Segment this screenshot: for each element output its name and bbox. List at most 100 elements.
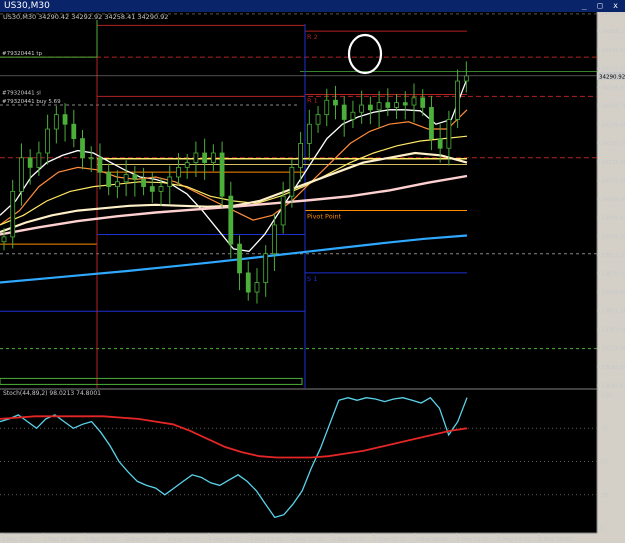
price-tick-label: 34189.60 — [601, 122, 625, 128]
price-tick-label: 33762.00 — [601, 327, 625, 333]
price-tick-label: 33683.80 — [601, 365, 625, 371]
candle-body — [315, 114, 321, 125]
pivot-label: R 1 — [307, 96, 318, 104]
candle-body — [341, 104, 347, 120]
time-tick-label: 5 May 02:30 — [374, 537, 406, 543]
candle-body — [19, 157, 24, 192]
candle-body — [202, 152, 208, 163]
window-controls[interactable]: _ □ x — [582, 1, 621, 10]
candle-body — [88, 157, 94, 160]
candle-body — [228, 195, 234, 245]
chart-window-title-bar[interactable]: US30,M30 _ □ x — [0, 0, 625, 12]
price-tick-label: 33879.15 — [601, 271, 625, 277]
candle-body — [167, 176, 173, 187]
stoch-tick-label: 75 — [601, 426, 608, 432]
candle-body — [306, 123, 312, 144]
candle-body — [97, 157, 103, 173]
candle-body — [10, 190, 16, 238]
plot-background — [0, 12, 597, 533]
trade-label: #79320441 buy 5.69 — [2, 99, 61, 105]
time-tick-label: 3 May 20:30 — [85, 537, 117, 543]
candle-body — [272, 224, 277, 255]
candle-body — [455, 80, 461, 120]
candle-body — [237, 243, 242, 274]
price-tick-label: 33801.10 — [601, 309, 625, 315]
price-tick-label: 33956.35 — [601, 234, 625, 240]
candle-body — [176, 166, 181, 178]
candle-body — [106, 171, 112, 187]
candle-body — [141, 178, 146, 187]
candle-body — [149, 186, 155, 192]
price-tick-label: 34305.95 — [601, 67, 625, 73]
candle-body — [254, 282, 260, 293]
candle-body — [263, 253, 269, 283]
candle-body — [446, 119, 452, 149]
candle-body — [411, 97, 417, 106]
candle-body — [62, 114, 68, 125]
candle-body — [376, 102, 382, 111]
chart-canvas[interactable]: R 2 R 1 Pivot Point S 1 34290.92 #79320441 t… — [0, 12, 625, 543]
candle-body — [324, 99, 330, 116]
candle-body — [402, 102, 408, 106]
candle-body — [193, 152, 199, 163]
price-tick-label: 33995.45 — [601, 216, 625, 222]
candle-body — [158, 186, 164, 192]
trade-label: #79320441 tp — [2, 51, 43, 57]
candle-body — [429, 107, 434, 140]
price-tick-label: 33645.65 — [601, 383, 625, 389]
price-tick-label: 34072.50 — [601, 179, 625, 185]
price-tick-label: 34423.25 — [601, 12, 625, 16]
stoch-tick-label: 100 — [601, 393, 612, 399]
terminal-window: US30,M30 _ □ x R 2 R 1 Pivot Point S 1 3429… — [0, 0, 625, 543]
candle-body — [115, 181, 120, 187]
time-tick-label: 5 May 10:00 — [456, 537, 488, 543]
candle-body — [132, 174, 138, 180]
price-tick-label: 34345.05 — [601, 48, 625, 54]
time-tick-label: 4 May 01:00 — [126, 537, 158, 543]
candle-body — [359, 104, 365, 113]
price-tick-label: 33917.25 — [601, 253, 625, 259]
candle-body — [71, 123, 77, 140]
candle-body — [123, 174, 129, 183]
pivot-label: Pivot Point — [307, 213, 342, 221]
pivot-label: R 2 — [307, 33, 318, 41]
candle-body — [245, 272, 251, 293]
candle-body — [385, 102, 391, 108]
time-tick-label: 4 May 13:30 — [250, 537, 282, 543]
time-tick-label: 4 May 05:00 — [167, 537, 199, 543]
time-tick-label: 3 May 2021 — [2, 537, 33, 543]
time-tick-label: 5 May 18:00 — [539, 537, 571, 543]
candle-body — [27, 157, 33, 168]
candle-body — [394, 102, 399, 108]
price-tick-label: 34150.70 — [601, 141, 625, 147]
candle-body — [420, 97, 426, 108]
time-tick-label: 4 May 09:30 — [209, 537, 241, 543]
candle-body — [298, 143, 303, 168]
time-tick-label: 4 May 21:30 — [332, 537, 364, 543]
price-tick-label: 33722.90 — [601, 346, 625, 352]
ohlc-label: US30,M30 34290.42 34292.92 34258.41 3429… — [3, 13, 168, 21]
time-tick-label: 5 May 06:00 — [415, 537, 447, 543]
stoch-tick-label: 25 — [601, 493, 608, 499]
price-tick-label: 34111.60 — [601, 160, 625, 166]
price-tick-label: 33840.05 — [601, 290, 625, 296]
candle-body — [1, 236, 7, 243]
candle-body — [219, 152, 225, 197]
price-tick-label: 34384.15 — [601, 29, 625, 35]
candle-body — [36, 152, 42, 168]
candle-body — [80, 138, 85, 159]
stoch-tick-label: 50 — [601, 460, 608, 466]
candle-body — [350, 111, 356, 120]
candle-body — [367, 104, 373, 111]
candle-body — [184, 162, 190, 168]
candle-body — [53, 114, 59, 130]
current-price-label: 34290.92 — [599, 74, 625, 80]
candle-body — [45, 128, 51, 154]
price-tick-label: 34266.85 — [601, 85, 625, 91]
pivot-label: S 1 — [307, 275, 317, 283]
candle-body — [289, 166, 295, 197]
price-tick-label: 34034.30 — [601, 197, 625, 203]
stoch-label: Stoch(44,89,2) 98.0213 74.8001 — [3, 390, 101, 397]
time-tick-label: 5 May 14:30 — [498, 537, 530, 543]
stoch-tick-label: 0 — [601, 526, 605, 532]
